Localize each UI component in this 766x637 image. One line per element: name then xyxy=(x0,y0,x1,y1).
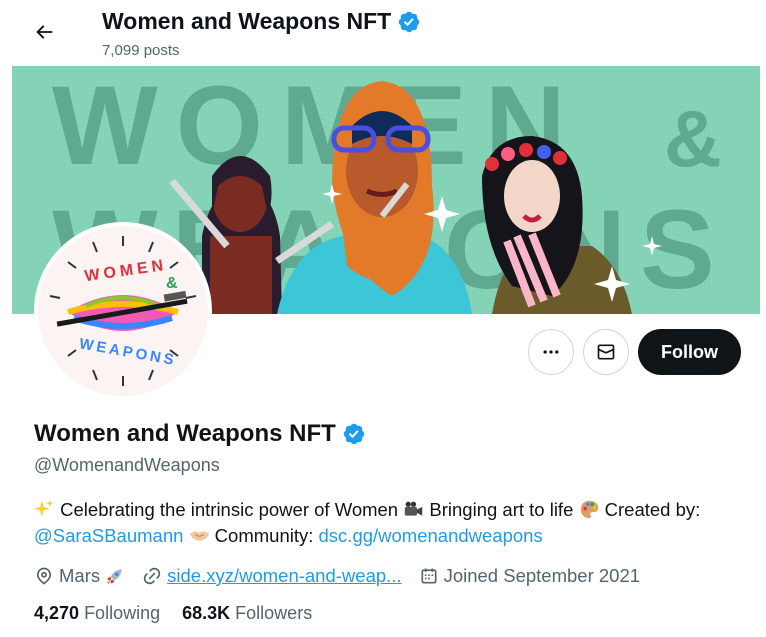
calendar-icon xyxy=(421,568,437,584)
back-button[interactable] xyxy=(26,14,62,50)
top-bar: Women and Weapons NFT 7,099 posts xyxy=(0,0,766,66)
joined-item: Joined September 2021 xyxy=(419,565,640,587)
verified-badge-icon[interactable] xyxy=(342,422,366,446)
website-item: side.xyz/women-and-weap... xyxy=(142,565,402,587)
movie-camera-icon xyxy=(405,501,423,516)
banner-ampersand: & xyxy=(664,94,722,183)
sparkles-icon xyxy=(34,499,54,517)
following-link[interactable]: 4,270 Following xyxy=(34,603,160,624)
more-icon xyxy=(543,350,559,354)
envelope-icon xyxy=(597,344,615,360)
bio-community-link[interactable]: dsc.gg/womenandweapons xyxy=(319,525,543,546)
link-icon xyxy=(143,567,161,585)
artist-palette-icon xyxy=(580,500,598,519)
following-label: Following xyxy=(84,603,161,623)
following-count: 4,270 xyxy=(34,603,80,623)
header-name-text: Women and Weapons NFT xyxy=(102,8,392,34)
location-item: Mars xyxy=(34,565,125,587)
posts-count: 7,099 posts xyxy=(102,42,180,59)
location-pin-icon xyxy=(36,567,52,585)
bio-text-4: Community: xyxy=(209,525,319,546)
bio-mention-link[interactable]: @SaraSBaumann xyxy=(34,525,183,546)
bio-text-3: Created by: xyxy=(599,499,701,520)
followers-link[interactable]: 68.3K Followers xyxy=(182,603,312,624)
bio-text-1: Celebrating the intrinsic power of Women xyxy=(55,499,404,520)
profile-bio: Celebrating the intrinsic power of Women… xyxy=(34,497,754,549)
handshake-icon xyxy=(189,531,209,541)
profile-display-name-text: Women and Weapons NFT xyxy=(34,420,336,447)
rocket-icon xyxy=(107,569,122,585)
profile-meta: Mars side.xyz/women-and-weap... Joined S… xyxy=(34,563,657,589)
website-link[interactable]: side.xyz/women-and-weap... xyxy=(167,565,401,587)
more-button[interactable] xyxy=(528,329,574,375)
follow-button[interactable]: Follow xyxy=(638,329,741,375)
verified-badge-icon xyxy=(398,11,420,32)
profile-stats: 4,270 Following 68.3K Followers xyxy=(34,603,334,624)
profile-avatar[interactable]: WOMEN & WEAPONS xyxy=(34,222,212,400)
avatar-logo-amp: & xyxy=(166,275,178,292)
header-name: Women and Weapons NFT xyxy=(102,8,421,35)
profile-handle: @WomenandWeapons xyxy=(34,455,220,475)
joined-text: Joined September 2021 xyxy=(443,565,641,586)
followers-count: 68.3K xyxy=(182,603,231,623)
followers-label: Followers xyxy=(235,603,313,623)
bio-text-2: Bringing art to life xyxy=(424,499,579,520)
arrow-left-icon xyxy=(36,25,53,39)
message-button[interactable] xyxy=(583,329,629,375)
location-text: Mars xyxy=(59,565,101,586)
profile-display-name: Women and Weapons NFT xyxy=(34,420,366,448)
